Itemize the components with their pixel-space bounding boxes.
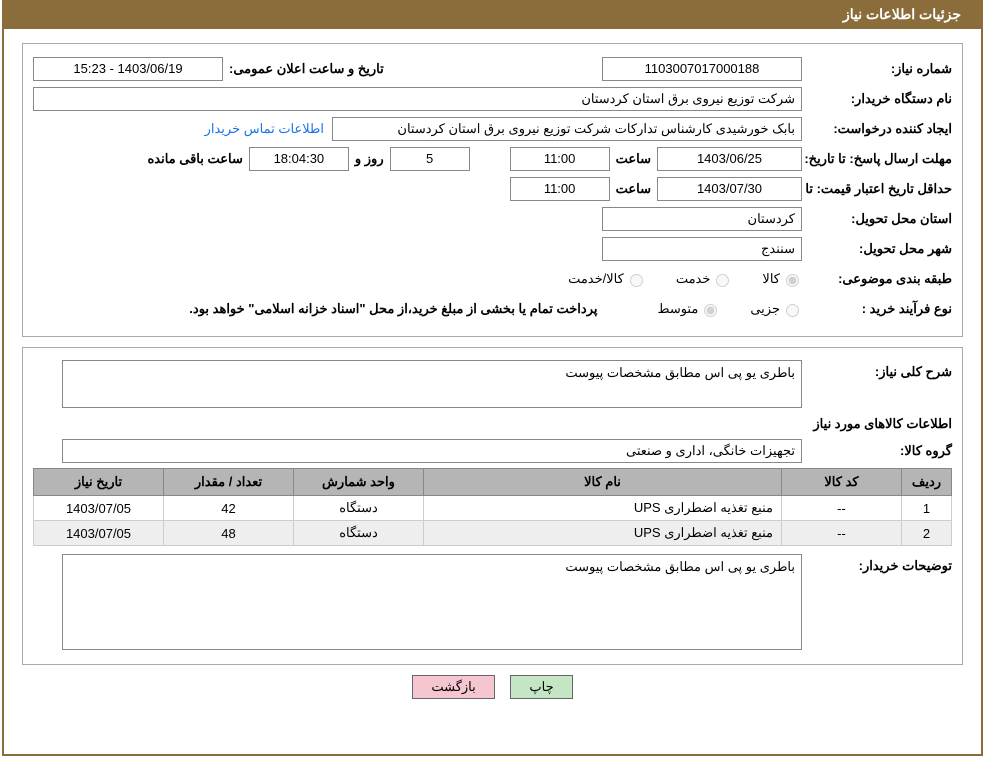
time-label-1: ساعت [616, 151, 651, 167]
cell-name: منبع تغذیه اضطراری UPS [424, 496, 782, 521]
city-field: سنندج [602, 237, 802, 261]
process-medium-radio[interactable] [704, 304, 717, 317]
province-field: کردستان [602, 207, 802, 231]
deadline-date-field: 1403/06/25 [657, 147, 802, 171]
page-title: جزئیات اطلاعات نیاز [4, 0, 981, 29]
process-radio-group: جزیی متوسط [627, 301, 802, 317]
cell-row: 2 [902, 521, 952, 546]
back-button[interactable]: بازگشت [412, 675, 494, 699]
category-radio-group: کالا خدمت کالا/خدمت [538, 271, 802, 287]
button-row: چاپ بازگشت [22, 675, 963, 699]
table-row: 1 -- منبع تغذیه اضطراری UPS دستگاه 42 14… [34, 496, 952, 521]
buyer-field: شرکت توزیع نیروی برق استان کردستان [33, 87, 802, 111]
remain-time-field: 18:04:30 [249, 147, 349, 171]
deadline-label: مهلت ارسال پاسخ: تا تاریخ: [802, 151, 952, 167]
th-date: تاریخ نیاز [34, 469, 164, 496]
buyer-notes-textarea [62, 554, 802, 650]
goods-panel: شرح کلی نیاز: اطلاعات کالاهای مورد نیاز … [22, 347, 963, 665]
category-label: طبقه بندی موضوعی: [802, 271, 952, 287]
print-button[interactable]: چاپ [510, 675, 572, 699]
valid-date-field: 1403/07/30 [657, 177, 802, 201]
process-medium-label: متوسط [657, 301, 698, 317]
city-label: شهر محل تحویل: [802, 241, 952, 257]
buyer-label: نام دستگاه خریدار: [802, 91, 952, 107]
creator-field: بابک خورشیدی کارشناس تدارکات شرکت توزیع … [332, 117, 802, 141]
cell-name: منبع تغذیه اضطراری UPS [424, 521, 782, 546]
creator-label: ایجاد کننده درخواست: [802, 121, 952, 137]
category-both-label: کالا/خدمت [568, 271, 624, 287]
time-remaining-label: ساعت باقی مانده [147, 151, 242, 167]
table-row: 2 -- منبع تغذیه اضطراری UPS دستگاه 48 14… [34, 521, 952, 546]
valid-time-field: 11:00 [510, 177, 610, 201]
province-label: استان محل تحویل: [802, 211, 952, 227]
goods-group-field: تجهیزات خانگی، اداری و صنعتی [62, 439, 802, 463]
req-no-field: 1103007017000188 [602, 57, 802, 81]
category-service-radio[interactable] [716, 274, 729, 287]
overall-label: شرح کلی نیاز: [802, 360, 952, 380]
category-goods-label: کالا [762, 271, 780, 287]
process-small-label: جزیی [750, 301, 780, 317]
goods-group-label: گروه کالا: [802, 443, 952, 459]
days-and-label: روز و [355, 151, 384, 167]
cell-code: -- [782, 496, 902, 521]
cell-code: -- [782, 521, 902, 546]
cell-unit: دستگاه [294, 496, 424, 521]
payment-note: پرداخت تمام یا بخشی از مبلغ خرید،از محل … [189, 301, 597, 317]
buyer-notes-label: توضیحات خریدار: [802, 554, 952, 574]
overall-textarea [62, 360, 802, 408]
cell-date: 1403/07/05 [34, 521, 164, 546]
req-no-label: شماره نیاز: [802, 61, 952, 77]
min-valid-label: حداقل تاریخ اعتبار قیمت: تا تاریخ: [802, 181, 952, 197]
goods-table: ردیف کد کالا نام کالا واحد شمارش تعداد /… [33, 468, 952, 546]
buyer-contact-link[interactable]: اطلاعات تماس خریدار [205, 121, 324, 137]
category-goods-radio[interactable] [786, 274, 799, 287]
category-both-radio[interactable] [630, 274, 643, 287]
need-info-panel: شماره نیاز: 1103007017000188 تاریخ و ساع… [22, 43, 963, 337]
process-small-radio[interactable] [786, 304, 799, 317]
th-unit: واحد شمارش [294, 469, 424, 496]
category-service-label: خدمت [676, 271, 711, 287]
announce-label: تاریخ و ساعت اعلان عمومی: [229, 61, 384, 77]
cell-qty: 42 [164, 496, 294, 521]
cell-unit: دستگاه [294, 521, 424, 546]
th-name: نام کالا [424, 469, 782, 496]
cell-qty: 48 [164, 521, 294, 546]
process-type-label: نوع فرآیند خرید : [802, 301, 952, 317]
cell-row: 1 [902, 496, 952, 521]
announce-field: 1403/06/19 - 15:23 [33, 57, 223, 81]
cell-date: 1403/07/05 [34, 496, 164, 521]
time-label-2: ساعت [616, 181, 651, 197]
th-row: ردیف [902, 469, 952, 496]
th-code: کد کالا [782, 469, 902, 496]
goods-info-heading: اطلاعات کالاهای مورد نیاز [33, 416, 952, 432]
deadline-time-field: 11:00 [510, 147, 610, 171]
th-qty: تعداد / مقدار [164, 469, 294, 496]
remain-days-field: 5 [390, 147, 470, 171]
